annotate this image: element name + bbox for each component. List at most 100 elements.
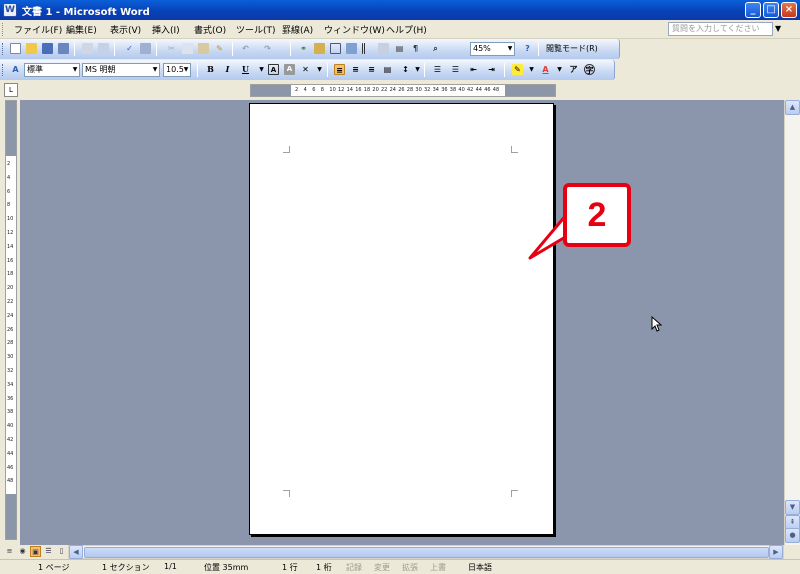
character-border-icon[interactable]: A [268, 64, 279, 75]
redo-icon[interactable]: ↷ [262, 43, 273, 54]
show-hide-icon[interactable]: ¶ [410, 43, 421, 54]
menu-file[interactable]: ファイル(F) [14, 23, 62, 36]
menu-help[interactable]: ヘルプ(H) [386, 23, 427, 36]
character-shading-icon[interactable]: A [284, 64, 295, 75]
print-layout-icon[interactable]: ▣ [30, 546, 41, 557]
font-color-icon[interactable]: A [540, 64, 551, 75]
copy-icon[interactable] [182, 43, 193, 54]
zoom-icon[interactable]: ⌕ [430, 43, 441, 54]
font-combo[interactable]: MS 明朝 ▼ [82, 63, 160, 77]
open-folder-icon[interactable] [26, 43, 37, 54]
vertical-ruler-tick-label: 26 [7, 326, 14, 333]
underline-button[interactable]: U [240, 64, 251, 75]
menu-insert[interactable]: 挿入(I) [152, 23, 180, 36]
font-color-dropdown-icon[interactable]: ▼ [554, 64, 565, 75]
tab-selector-icon[interactable]: L [4, 83, 18, 97]
align-center-icon[interactable]: ≡ [350, 64, 361, 75]
paste-icon[interactable] [198, 43, 209, 54]
align-right-icon[interactable]: ≡ [366, 64, 377, 75]
numbering-icon[interactable]: ☰ [432, 64, 443, 75]
styles-pane-icon[interactable]: A [10, 64, 21, 75]
outline-view-icon[interactable]: ☰ [43, 546, 54, 557]
align-justify-icon[interactable]: ≡ [334, 64, 345, 75]
horizontal-ruler[interactable]: 2 4 6 8 10 12 14 16 18 20 22 24 26 28 30 32 34 36 38 40 42 44… [250, 84, 556, 97]
style-dropdown-icon[interactable]: ▼ [71, 64, 79, 76]
drawing-icon[interactable] [378, 43, 389, 54]
new-document-icon[interactable] [10, 43, 21, 54]
print-preview-icon[interactable] [98, 43, 109, 54]
line-spacing-dropdown-icon[interactable]: ▼ [412, 64, 423, 75]
cut-icon[interactable]: ✂ [166, 43, 177, 54]
permission-icon[interactable] [58, 43, 69, 54]
status-rec[interactable]: 記録 [346, 562, 362, 573]
web-layout-icon[interactable]: ◉ [17, 546, 28, 557]
document-page[interactable] [249, 103, 554, 535]
help-dropdown-icon[interactable]: ▼ [775, 24, 781, 33]
font-size-dropdown-icon[interactable]: ▼ [182, 64, 190, 76]
scroll-up-icon[interactable]: ▲ [785, 100, 800, 115]
status-ext[interactable]: 拡張 [402, 562, 418, 573]
menu-table[interactable]: 罫線(A) [282, 23, 313, 36]
hyperlink-icon[interactable]: ⚭ [298, 43, 309, 54]
bold-button[interactable]: B [205, 64, 216, 75]
highlight-icon[interactable]: ✎ [512, 64, 523, 75]
document-map-icon[interactable]: ▤ [394, 43, 405, 54]
vertical-scrollbar[interactable]: ▲ ▼ ⇞ ● [784, 100, 800, 545]
font-size-combo[interactable]: 10.5 ▼ [163, 63, 191, 77]
insert-table-icon[interactable] [330, 43, 341, 54]
save-icon[interactable] [42, 43, 53, 54]
decrease-indent-icon[interactable]: ⇤ [468, 64, 479, 75]
zoom-combo[interactable]: 45% ▼ [470, 42, 515, 56]
format-painter-icon[interactable]: ✎ [214, 43, 225, 54]
normal-view-icon[interactable]: ≡ [4, 546, 15, 557]
status-trk[interactable]: 変更 [374, 562, 390, 573]
underline-dropdown-icon[interactable]: ▼ [256, 64, 267, 75]
status-ovr[interactable]: 上書 [430, 562, 446, 573]
minimize-button[interactable]: _ [745, 2, 761, 18]
menu-tools[interactable]: ツール(T) [236, 23, 276, 36]
word-app-icon[interactable]: W [3, 3, 17, 17]
bullets-icon[interactable]: ☰ [450, 64, 461, 75]
highlight-dropdown-icon[interactable]: ▼ [526, 64, 537, 75]
tables-borders-icon[interactable] [314, 43, 325, 54]
close-button[interactable]: × [781, 2, 797, 18]
vertical-ruler[interactable]: 2 4 6 8 10 12 14 16 18 20 22 24 26 28 30 32 34 36 38 40 42 44… [5, 100, 17, 540]
toolbar-grip-2[interactable] [2, 64, 5, 76]
scroll-down-icon[interactable]: ▼ [785, 500, 800, 515]
character-scaling-icon[interactable]: ✕ [300, 64, 311, 75]
insert-excel-icon[interactable] [346, 43, 357, 54]
print-icon[interactable] [82, 43, 93, 54]
scroll-left-icon[interactable]: ◀ [69, 545, 83, 559]
maximize-button[interactable]: □ [763, 2, 779, 18]
columns-icon[interactable] [362, 43, 373, 54]
help-search-input[interactable]: 質問を入力してください [668, 22, 773, 36]
font-dropdown-icon[interactable]: ▼ [151, 64, 159, 76]
menu-format[interactable]: 書式(O) [194, 23, 226, 36]
menu-window[interactable]: ウィンドウ(W) [324, 23, 385, 36]
scroll-right-icon[interactable]: ▶ [769, 545, 783, 559]
zoom-dropdown-icon[interactable]: ▼ [506, 43, 514, 55]
horizontal-scrollbar[interactable]: ◀ ▶ [68, 545, 784, 559]
document-area[interactable] [20, 100, 784, 545]
toolbar-grip[interactable] [2, 43, 5, 55]
style-combo[interactable]: 標準 ▼ [24, 63, 80, 77]
horizontal-scroll-thumb[interactable] [84, 547, 769, 558]
line-spacing-icon[interactable]: ↕ [400, 64, 411, 75]
reading-layout-icon[interactable]: ▯ [56, 546, 67, 557]
spelling-icon[interactable]: ✓ [124, 43, 135, 54]
menu-edit[interactable]: 編集(E) [66, 23, 97, 36]
help-icon[interactable]: ? [522, 43, 533, 54]
read-mode-button[interactable]: 閲覧モード(R) [546, 42, 598, 56]
menu-view[interactable]: 表示(V) [110, 23, 141, 36]
menubar-grip[interactable] [2, 23, 5, 36]
research-icon[interactable] [140, 43, 151, 54]
increase-indent-icon[interactable]: ⇥ [486, 64, 497, 75]
italic-button[interactable]: I [222, 64, 233, 75]
distributed-icon[interactable]: ▤ [382, 64, 393, 75]
enclosed-characters-icon[interactable]: 字 [584, 64, 595, 75]
browse-object-icon[interactable]: ● [785, 528, 800, 543]
text-boundary-bottom-left [283, 490, 290, 497]
phonetic-guide-icon[interactable]: ア [568, 64, 579, 75]
undo-icon[interactable]: ↶ [240, 43, 251, 54]
scaling-dropdown-icon[interactable]: ▼ [314, 64, 325, 75]
